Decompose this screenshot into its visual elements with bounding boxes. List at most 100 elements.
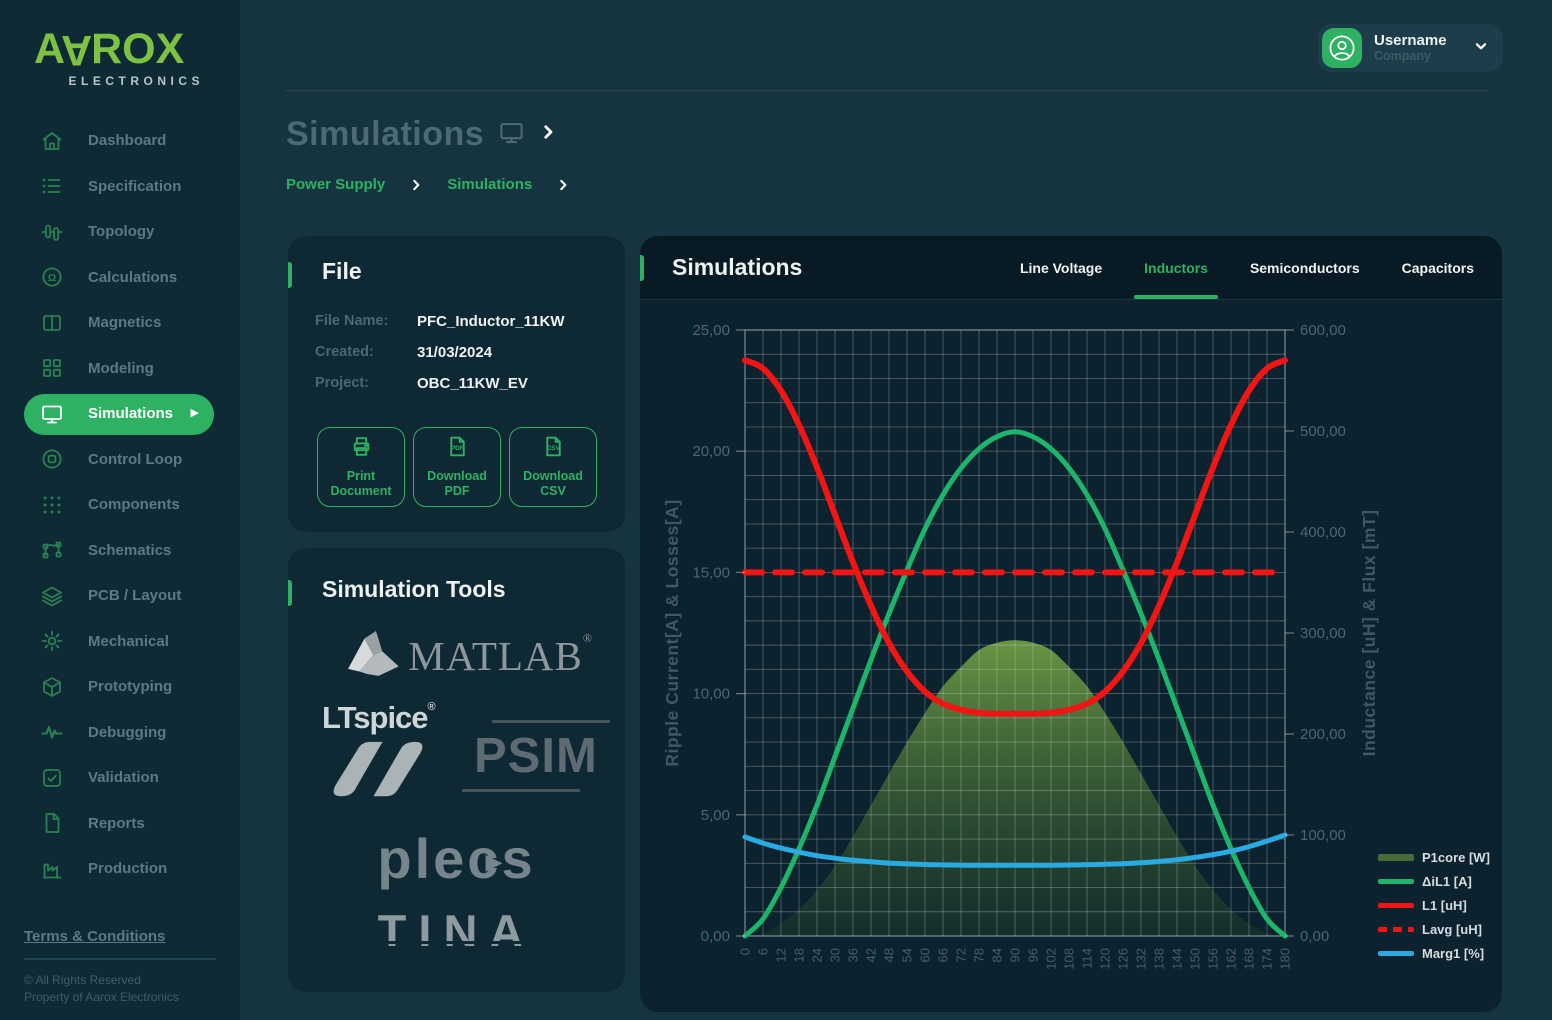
sidebar-item-label: Modeling — [88, 360, 154, 377]
panel-header: Simulations Line VoltageInductorsSemicon… — [640, 236, 1502, 300]
tab-bar: Line Voltage Inductors Semiconductors Capac… — [1020, 236, 1474, 299]
sidebar-item-label: Validation — [88, 769, 159, 786]
file-icon — [40, 811, 64, 835]
legend-label: L1 [uH] — [1422, 898, 1467, 913]
plecs-logo: plec▶s — [288, 826, 625, 891]
modeling-grid-icon — [40, 356, 64, 380]
ltspice-wordmark: LTspice® — [322, 700, 442, 736]
legend-swatch — [1378, 854, 1414, 861]
sidebar-item-validation[interactable]: Validation — [0, 755, 240, 801]
sidebar-item-production[interactable]: Production — [0, 846, 240, 892]
page-title-row: Simulations — [286, 115, 557, 154]
svg-text:168: 168 — [1242, 948, 1257, 970]
spec-list-icon — [40, 174, 64, 198]
svg-text:25,00: 25,00 — [692, 322, 730, 339]
svg-text:20,00: 20,00 — [692, 443, 730, 460]
plecs-arrow-icon: ▶ — [486, 849, 506, 875]
field-label: Created: — [315, 344, 417, 361]
svg-text:156: 156 — [1206, 948, 1221, 970]
tab-inductors[interactable]: Inductors — [1144, 236, 1208, 299]
sidebar-item-reports[interactable]: Reports — [0, 801, 240, 847]
tab-line-voltage[interactable]: Line Voltage — [1020, 236, 1102, 299]
sidebar-item-label: Topology — [88, 223, 154, 240]
button-label: Download CSV — [510, 469, 596, 500]
chevron-down-icon — [1473, 38, 1489, 59]
user-menu[interactable]: Username Company — [1318, 24, 1503, 72]
sidebar-item-prototyping[interactable]: Prototyping — [0, 664, 240, 710]
svg-text:132: 132 — [1134, 948, 1149, 970]
omega-icon: Ω — [40, 265, 64, 289]
svg-text:24: 24 — [810, 948, 825, 962]
sidebar-item-components[interactable]: Components — [0, 482, 240, 528]
user-name: Username — [1374, 32, 1447, 49]
sidebar-item-label: Dashboard — [88, 132, 166, 149]
legend-item-il1-a: ΔiL1 [A] — [1378, 873, 1490, 889]
svg-text:Ripple Current[A] & Losses[A]: Ripple Current[A] & Losses[A] — [662, 499, 682, 766]
tab-semiconductors[interactable]: Semiconductors — [1250, 236, 1360, 299]
breadcrumb-simulations[interactable]: Simulations — [447, 176, 532, 193]
app-root: AAROX ELECTRONICS Dashboard Specification… — [0, 0, 1552, 1020]
simulations-panel: Simulations Line VoltageInductorsSemicon… — [640, 236, 1502, 1012]
svg-text:Ω: Ω — [48, 272, 56, 284]
svg-text:0,00: 0,00 — [701, 928, 730, 945]
print-document-button[interactable]: Print Document — [317, 427, 405, 507]
legend-item-p1core-w: P1core [W] — [1378, 849, 1490, 865]
sidebar-item-simulations[interactable]: Simulations▶ — [0, 391, 240, 437]
svg-text:180: 180 — [1278, 948, 1293, 970]
download-csv-button[interactable]: CSVDownload CSV — [509, 427, 597, 507]
sidebar-item-dashboard[interactable]: Dashboard — [0, 118, 240, 164]
sidebar-item-pcb-layout[interactable]: PCB / Layout — [0, 573, 240, 619]
button-label: Print Document — [318, 469, 404, 500]
breadcrumb: Power Supply Simulations — [286, 176, 570, 193]
chevron-right-icon — [556, 178, 570, 192]
sidebar-item-mechanical[interactable]: Mechanical — [0, 619, 240, 665]
sidebar-item-debugging[interactable]: Debugging — [0, 710, 240, 756]
sidebar-item-schematics[interactable]: Schematics — [0, 528, 240, 574]
svg-text:162: 162 — [1224, 948, 1239, 970]
svg-text:18: 18 — [792, 948, 807, 962]
chevron-right-icon — [409, 178, 423, 192]
legend-item-marg1: Marg1 [%] — [1378, 945, 1490, 961]
sidebar-item-label: Components — [88, 496, 180, 513]
legend-label: Marg1 [%] — [1422, 946, 1484, 961]
magnetics-icon — [40, 311, 64, 335]
tab-capacitors[interactable]: Capacitors — [1402, 236, 1474, 299]
breadcrumb-power-supply[interactable]: Power Supply — [286, 176, 385, 193]
sidebar-item-modeling[interactable]: Modeling — [0, 346, 240, 392]
svg-text:42: 42 — [864, 948, 879, 962]
ltspice-logo: LTspice® — [322, 700, 442, 803]
svg-text:PDF: PDF — [450, 445, 463, 452]
svg-text:66: 66 — [936, 948, 951, 962]
dual-axis-chart: 0,005,0010,0015,0020,0025,000,00100,0020… — [640, 300, 1502, 1012]
sidebar-item-label: PCB / Layout — [88, 587, 181, 604]
sidebar-item-specification[interactable]: Specification — [0, 164, 240, 210]
sidebar-item-topology[interactable]: Topology — [0, 209, 240, 255]
terms-link[interactable]: Terms & Conditions — [24, 928, 165, 945]
sidebar-item-calculations[interactable]: ΩCalculations — [0, 255, 240, 301]
download-pdf-button[interactable]: PDF Download PDF — [413, 427, 501, 507]
logo: AAROX ELECTRONICS — [34, 28, 204, 88]
svg-text:500,00: 500,00 — [1300, 423, 1346, 440]
schematics-icon — [40, 538, 64, 562]
sidebar-item-magnetics[interactable]: Magnetics — [0, 300, 240, 346]
svg-text:114: 114 — [1080, 948, 1095, 969]
sidebar-item-label: Debugging — [88, 724, 166, 741]
sidebar-item-label: Reports — [88, 815, 145, 832]
button-label: Download PDF — [414, 469, 500, 500]
legend-swatch — [1378, 951, 1414, 956]
svg-text:138: 138 — [1152, 948, 1167, 970]
sidebar-item-label: Schematics — [88, 542, 171, 559]
sidebar-item-control-loop[interactable]: Control Loop — [0, 437, 240, 483]
user-company: Company — [1374, 49, 1447, 63]
svg-text:15,00: 15,00 — [692, 564, 730, 581]
gear-icon — [40, 629, 64, 653]
legend-label: P1core [W] — [1422, 850, 1490, 865]
user-meta: Username Company — [1374, 32, 1447, 64]
play-arrow-icon: ▶ — [191, 408, 199, 419]
svg-text:48: 48 — [882, 948, 897, 962]
matlab-membrane-icon — [343, 617, 406, 693]
legend-label: ΔiL1 [A] — [1422, 874, 1472, 889]
file-field-row: Project:OBC_11KW_EV — [315, 375, 605, 392]
legend-swatch — [1378, 879, 1414, 884]
svg-text:0: 0 — [738, 948, 753, 955]
